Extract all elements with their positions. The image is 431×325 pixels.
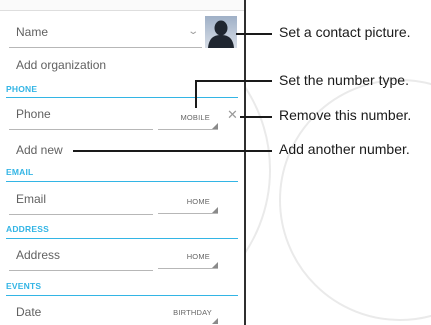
picture-callout: Set a contact picture.: [279, 24, 411, 40]
add-number-callout: Add another number.: [279, 141, 410, 157]
add-number-callout-line: [73, 150, 272, 152]
address-type-dropdown-indicator: [212, 262, 218, 268]
number-type-callout-stem: [195, 80, 197, 108]
phone-section-divider: [6, 97, 238, 98]
phone-screen: Name ⌄ Add organization PHONE Phone MOBI…: [0, 0, 246, 325]
phone-type-spinner[interactable]: MOBILE: [158, 113, 210, 122]
phone-section-title: PHONE: [6, 84, 38, 94]
address-section-divider: [6, 238, 238, 239]
email-section-title: EMAIL: [6, 167, 34, 177]
email-section-divider: [6, 181, 238, 182]
events-section-title: EVENTS: [6, 281, 42, 291]
event-type-spinner[interactable]: BIRTHDAY: [158, 308, 212, 317]
phone-field[interactable]: Phone: [16, 107, 51, 121]
email-field[interactable]: Email: [16, 192, 46, 206]
name-field[interactable]: Name: [16, 25, 48, 39]
email-type-spinner[interactable]: HOME: [158, 197, 210, 206]
address-type-spinner[interactable]: HOME: [158, 252, 210, 261]
remove-number-callout-line: [240, 116, 272, 118]
email-underline: [9, 214, 153, 215]
chevron-down-icon[interactable]: ⌄: [187, 26, 199, 37]
picture-callout-line: [236, 33, 272, 35]
remove-number-callout: Remove this number.: [279, 107, 412, 123]
phone-type-underline: [158, 129, 218, 130]
add-new-phone-link[interactable]: Add new: [16, 143, 63, 157]
contact-avatar-icon[interactable]: [205, 16, 237, 48]
events-section-divider: [6, 295, 238, 296]
close-icon[interactable]: ✕: [227, 107, 238, 123]
number-type-callout: Set the number type.: [279, 72, 409, 88]
add-organization-link[interactable]: Add organization: [16, 58, 106, 72]
address-field[interactable]: Address: [16, 248, 60, 262]
address-type-underline: [158, 268, 218, 269]
email-type-underline: [158, 213, 218, 214]
event-type-dropdown-indicator: [212, 318, 218, 324]
date-field[interactable]: Date: [16, 305, 41, 319]
phone-type-dropdown-indicator: [212, 123, 218, 129]
phone-underline: [9, 129, 153, 130]
name-underline: [9, 47, 202, 48]
number-type-callout-line: [195, 80, 272, 82]
address-underline: [9, 270, 153, 271]
email-type-dropdown-indicator: [212, 207, 218, 213]
address-section-title: ADDRESS: [6, 224, 49, 234]
status-bar: [0, 0, 244, 11]
